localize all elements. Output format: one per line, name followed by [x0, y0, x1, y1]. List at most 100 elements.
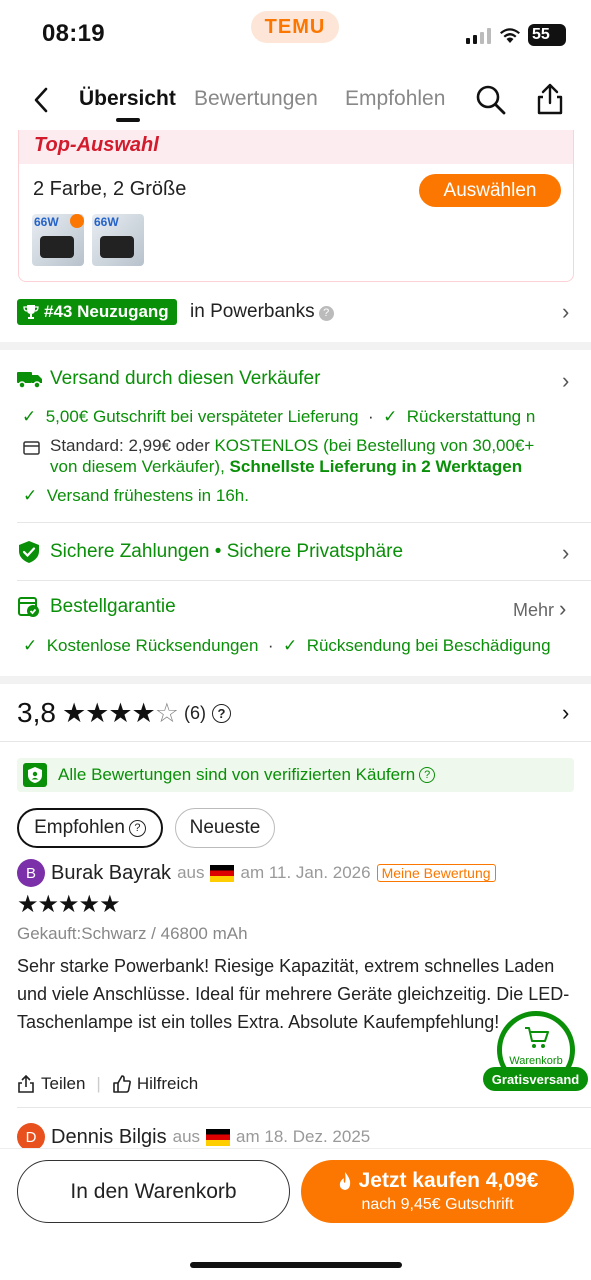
sort-newest-chip[interactable]: Neueste — [175, 808, 275, 848]
rating-count: (6) — [183, 702, 206, 723]
earliest-shipping-text: Versand frühestens in 16h. — [46, 486, 249, 505]
standard-free: KOSTENLOS (bei Bestellung von 30,00€+ — [214, 436, 535, 455]
share-label: Teilen — [41, 1074, 86, 1093]
add-to-cart-button[interactable]: In den Warenkorb — [17, 1160, 290, 1223]
review-stars: ★★★★★ — [17, 891, 121, 918]
check-icon: ✓ — [282, 636, 298, 655]
divider — [17, 580, 591, 581]
buy-now-button[interactable]: Jetzt kaufen 4,09€ nach 9,45€ Gutschrift — [301, 1160, 574, 1223]
secure-payments: Sichere Zahlungen — [50, 541, 210, 562]
info-icon[interactable]: ? — [211, 703, 231, 723]
section-divider — [0, 342, 591, 350]
rating-score: 3,8 — [17, 697, 56, 728]
more-link[interactable]: Mehr › — [513, 596, 566, 622]
standard-shipping: Standard: 2,99€ oder KOSTENLOS (bei Best… — [50, 436, 534, 456]
review-text: Sehr starke Powerbank! Riesige Kapazität… — [17, 956, 570, 1032]
buy-now-label: Jetzt kaufen 4,09€ — [358, 1169, 539, 1192]
help-icon[interactable]: ? — [419, 767, 436, 783]
tab-recommended[interactable]: Empfohlen — [345, 87, 445, 111]
fastest-delivery: Schnellste Lieferung in 2 Werktagen — [229, 457, 523, 476]
guarantee-items: ✓ Kostenlose Rücksendungen · ✓ Rücksendu… — [23, 636, 551, 655]
cart-icon — [525, 1027, 549, 1048]
order-guarantee-icon — [18, 596, 40, 623]
variant-thumbnail[interactable]: 66W — [32, 214, 84, 266]
divider — [17, 522, 591, 523]
verified-text: Alle Bewertungen sind von verifizierten … — [58, 765, 416, 784]
rating-stars: ★★★★☆ — [61, 697, 179, 728]
review-header: B Burak Bayrak aus am 11. Jan. 2026 Mein… — [17, 859, 496, 887]
wifi-icon — [499, 26, 521, 49]
sort-recommended-chip[interactable]: Empfohlen ? — [17, 808, 163, 848]
flame-icon — [339, 1172, 350, 1190]
buy-now-subtext: nach 9,45€ Gutschrift — [361, 1196, 514, 1213]
reviewer-name[interactable]: Burak Bayrak — [51, 862, 171, 885]
top-selection-card: Top-Auswahl 2 Farbe, 2 Größe Auswählen 6… — [18, 130, 574, 282]
divider — [17, 1107, 591, 1108]
review-actions: Teilen | Hilfreich — [17, 1074, 198, 1094]
damage-returns: Rücksendung bei Beschädigung — [306, 636, 551, 655]
germany-flag-icon — [210, 864, 235, 882]
share-icon — [18, 1074, 34, 1093]
rank-badge[interactable]: #43 Neuzugang — [17, 299, 177, 325]
tab-reviews[interactable]: Bewertungen — [194, 87, 318, 111]
order-guarantee-title[interactable]: Bestellgarantie — [50, 596, 176, 618]
helpful-button[interactable]: Hilfreich — [112, 1074, 198, 1094]
rank-badge-text: #43 Neuzugang — [44, 302, 169, 321]
purchased-variant: Gekauft:Schwarz / 46800 mAh — [17, 924, 248, 943]
reviewer-from: aus — [172, 1127, 201, 1146]
helpful-label: Hilfreich — [136, 1074, 199, 1093]
select-variant-button[interactable]: Auswählen — [419, 174, 561, 207]
review-header: D Dennis Bilgis aus am 18. Dez. 2025 — [17, 1123, 370, 1151]
standard-shipping-line2: von diesem Verkäufer), Schnellste Liefer… — [50, 457, 522, 477]
secure-payments-row[interactable]: Sichere Zahlungen • Sichere Privatsphäre — [50, 541, 403, 563]
help-icon[interactable]: ? — [318, 305, 334, 321]
divider — [0, 741, 591, 742]
chevron-right-icon[interactable]: › — [562, 368, 569, 394]
check-icon: ✓ — [383, 407, 398, 426]
status-time: 08:19 — [42, 20, 105, 47]
shipping-title[interactable]: Versand durch diesen Verkäufer — [50, 368, 320, 390]
free-shipping-badge: Gratisversand — [483, 1067, 588, 1091]
help-icon: ? — [128, 819, 146, 837]
rating-summary[interactable]: 3,8 ★★★★☆ (6) ? — [17, 697, 231, 729]
standard-label: Standard: 2,99€ oder — [50, 436, 210, 455]
variant-summary: 2 Farbe, 2 Größe — [33, 178, 187, 200]
cart-label: Warenkorb — [509, 1055, 563, 1067]
trophy-icon — [23, 305, 39, 319]
earliest-shipping: ✓ Versand frühestens in 16h. — [23, 486, 249, 506]
check-icon: ✓ — [23, 486, 38, 505]
share-review-button[interactable]: Teilen — [17, 1074, 85, 1094]
avatar: B — [17, 859, 45, 887]
germany-flag-icon — [206, 1128, 231, 1146]
search-icon[interactable] — [475, 84, 507, 116]
battery-icon: 55 — [528, 24, 566, 46]
active-tab-indicator — [116, 118, 140, 122]
tab-overview[interactable]: Übersicht — [79, 87, 176, 111]
more-label: Mehr — [513, 600, 555, 620]
back-icon[interactable] — [30, 86, 54, 114]
reviewer-name[interactable]: Dennis Bilgis — [51, 1126, 167, 1149]
chevron-right-icon[interactable]: › — [562, 540, 569, 566]
shipping-guarantees: ✓ 5,00€ Gutschrift bei verspäteter Liefe… — [22, 407, 536, 426]
standard-seller: von diesem Verkäufer), — [50, 457, 225, 476]
chevron-right-icon[interactable]: › — [562, 299, 569, 325]
rank-category-row: in Powerbanks? — [190, 301, 334, 323]
sort-recommended-label: Empfohlen — [34, 817, 125, 838]
reviewer-from: aus — [177, 863, 205, 882]
chevron-right-icon[interactable]: › — [562, 700, 569, 726]
variant-thumbnail[interactable]: 66W — [92, 214, 144, 266]
home-indicator — [190, 1262, 402, 1268]
thumb-label: 66W — [94, 215, 119, 229]
hot-icon — [70, 214, 84, 228]
chevron-right-icon: › — [559, 596, 567, 621]
rank-category: in Powerbanks — [190, 301, 315, 322]
secure-privacy: Sichere Privatsphäre — [226, 541, 404, 562]
shield-icon — [18, 540, 40, 569]
review-date: am 11. Jan. 2026 — [240, 863, 371, 882]
check-icon: ✓ — [23, 636, 38, 655]
avatar: D — [17, 1123, 45, 1151]
top-selection-header: Top-Auswahl — [19, 130, 573, 164]
section-divider — [0, 676, 591, 684]
free-returns: Kostenlose Rücksendungen — [46, 636, 259, 655]
share-icon[interactable] — [534, 82, 566, 115]
